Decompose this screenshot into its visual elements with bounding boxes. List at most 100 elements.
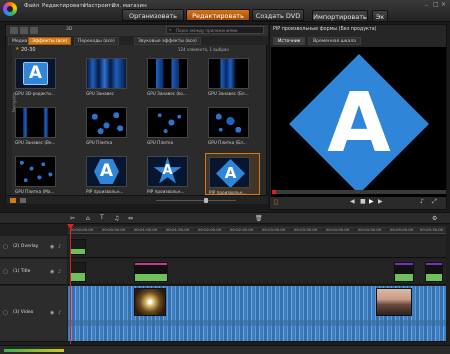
eye-icon[interactable]: ◉ [50, 269, 54, 275]
close-icon[interactable]: × [441, 1, 446, 8]
effect-item[interactable]: A PIP произвольн... [86, 156, 136, 194]
library-tool-icon[interactable] [30, 27, 38, 34]
track-header-title[interactable]: ▢ (1) Title ◉ ♪ [0, 259, 67, 285]
timeline-clip-landscape[interactable] [376, 288, 412, 316]
title-tool-icon[interactable]: T [100, 214, 104, 221]
timeline-clip[interactable] [425, 262, 443, 282]
library-tabs: Медиа Эффекты (все) Переходы (все) Звуко… [6, 36, 268, 45]
ruler-tick: 00:03:00.00 [262, 227, 286, 232]
audio-tool-icon[interactable]: ♫ [114, 215, 119, 222]
effect-thumbnail: A [86, 156, 127, 187]
tab-transitions[interactable]: Переходы (все) [74, 37, 119, 45]
preview-panel: PIP произвольные формы (Без продукта) Ис… [269, 24, 447, 210]
library-tool-icon[interactable] [20, 27, 28, 34]
menu-settings[interactable]: Настроить [84, 3, 115, 9]
search-input[interactable]: ⌕ Поиск между приложениями [166, 26, 264, 34]
effect-item-selected[interactable]: A PIP произвольн... [205, 153, 260, 195]
tab-source[interactable]: Источник [273, 37, 306, 45]
track-name: (3) Video [13, 310, 34, 315]
next-frame-icon[interactable]: ▶ [378, 198, 383, 205]
timeline-clip[interactable] [394, 262, 414, 282]
timeline-ruler[interactable]: 00:00:00.00 00:00:30.00 00:01:00.00 00:0… [68, 226, 446, 234]
effect-label: PIP произвольн... [147, 189, 185, 194]
lock-icon[interactable]: ▢ [3, 310, 8, 316]
zoom-slider[interactable] [156, 198, 236, 203]
preview-scrubber[interactable] [272, 190, 446, 194]
maximize-icon[interactable]: □ [433, 1, 439, 8]
scrubber-handle[interactable] [272, 190, 276, 194]
effect-item[interactable]: GPU Занавес [86, 58, 136, 96]
list-view-icon[interactable] [20, 198, 26, 203]
top-bar: Файл Редактировать Настроить Эл. магазин… [0, 0, 450, 22]
track-area-title[interactable] [68, 259, 446, 285]
library-tool-icon[interactable] [10, 27, 18, 34]
effect-item[interactable]: GPU Занавес (Ве... [15, 107, 65, 145]
track-header-overlay[interactable]: ▢ (2) Overlay ◉ ♪ [0, 236, 67, 258]
effect-label: GPU Занавес [86, 91, 115, 96]
effect-thumbnail [86, 58, 127, 89]
ruler-tick: 00:00:00.00 [70, 227, 94, 232]
tab-import[interactable]: Импортировать [312, 10, 368, 22]
tab-create-dvd[interactable]: Создать DVD [252, 9, 304, 21]
effect-item[interactable]: GPU Занавес (ko... [147, 58, 197, 96]
lock-icon[interactable]: ▢ [3, 244, 8, 250]
effect-item[interactable]: GPU Плитка [86, 107, 136, 145]
speaker-icon[interactable]: ♪ [58, 269, 61, 275]
volume-icon[interactable]: ♪ [420, 198, 424, 205]
eye-icon[interactable]: ◉ [50, 244, 54, 250]
library-panel: 3D ⌕ Поиск между приложениями Медиа Эффе… [5, 24, 268, 204]
split-tool-icon[interactable]: ⇔ [128, 215, 133, 222]
tab-edit[interactable]: Редактировать [186, 9, 250, 21]
tab-effects[interactable]: Эффекты (все) [28, 37, 72, 45]
razor-icon[interactable]: ✂ [70, 215, 75, 222]
minimize-icon[interactable]: – [425, 2, 428, 9]
eye-icon[interactable]: ◉ [50, 310, 54, 316]
timeline-settings-icon[interactable]: ⚙ [432, 215, 437, 222]
view-mode-icon[interactable] [10, 198, 16, 203]
effect-item[interactable]: A GPU 3D-редакти... [15, 58, 65, 96]
effect-label: GPU 3D-редакти... [15, 91, 55, 96]
prev-frame-icon[interactable]: ◀ [350, 198, 355, 205]
menu-file[interactable]: Файл [24, 3, 39, 9]
effect-item[interactable]: GPU Занавес (Бл... [208, 58, 258, 96]
timeline-clip-fireworks[interactable] [134, 288, 166, 316]
playhead[interactable] [70, 224, 71, 344]
effect-thumbnail: A [147, 156, 188, 187]
track-area-overlay[interactable] [68, 236, 446, 258]
timeline-clip[interactable] [134, 262, 168, 282]
3d-toggle[interactable]: 3D [66, 27, 72, 32]
play-icon[interactable]: ▶ [369, 198, 374, 205]
timeline-clip[interactable] [70, 262, 86, 282]
tab-sound-effects[interactable]: Звуковые эффекты (все) [134, 37, 201, 45]
effect-item[interactable]: A PIP произвольн... [147, 156, 197, 194]
ruler-tick: 00:02:00.00 [198, 227, 222, 232]
library-side-strip [6, 45, 12, 203]
timeline-clip[interactable] [70, 239, 86, 255]
effect-label: GPU Плитка [147, 140, 174, 145]
track-area-video[interactable] [68, 286, 446, 342]
effect-thumbnail [15, 156, 56, 187]
ruler-tick: 00:01:00.00 [134, 227, 158, 232]
effect-item[interactable]: GPU Плитка (Ма... [15, 156, 65, 194]
delete-icon[interactable]: 🗑 [255, 215, 263, 222]
mark-in-icon[interactable]: ▯ [274, 198, 278, 206]
menu-edit[interactable]: Редактировать [42, 3, 86, 9]
effect-item[interactable]: GPU Плитка [147, 107, 197, 145]
lock-icon[interactable]: ▢ [3, 269, 8, 275]
effect-thumbnail [15, 107, 56, 138]
ruler-tick: 00:04:00.00 [326, 227, 350, 232]
speaker-icon[interactable]: ♪ [58, 244, 61, 250]
stop-icon[interactable]: ■ [360, 198, 366, 205]
speaker-icon[interactable]: ♪ [58, 310, 61, 316]
ruler-tick: 00:04:30.00 [358, 227, 382, 232]
snap-icon[interactable]: ⌂ [86, 215, 90, 222]
ruler-tick: 00:00:30.00 [102, 227, 126, 232]
effect-item[interactable]: GPU Плитка (Бл... [208, 107, 258, 145]
fullscreen-icon[interactable]: ⤢ [432, 198, 437, 206]
effect-thumbnail: A [15, 58, 56, 89]
tab-timeline[interactable]: Временная шкала [308, 37, 361, 45]
ruler-tick: 00:05:30.00 [420, 227, 444, 232]
tab-organize[interactable]: Организовать [122, 9, 184, 21]
tab-export[interactable]: Эк [372, 10, 388, 22]
track-header-video[interactable]: ▢ (3) Video ◉ ♪ [0, 286, 67, 342]
